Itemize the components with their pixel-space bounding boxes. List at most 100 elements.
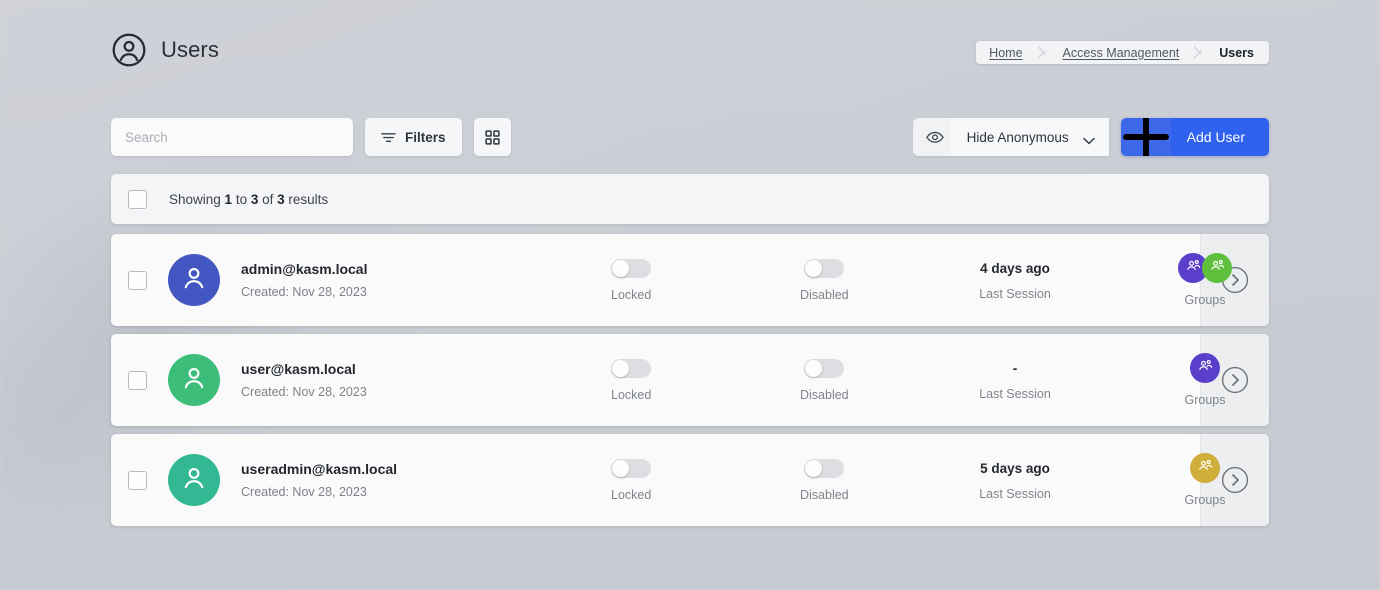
locked-toggle[interactable] [611, 259, 651, 278]
groups-label: Groups [1185, 493, 1226, 507]
locked-label: Locked [611, 488, 651, 502]
last-session-column: 5 days ago Last Session [941, 460, 1089, 501]
disabled-toggle[interactable] [804, 359, 844, 378]
disabled-label: Disabled [800, 288, 849, 302]
locked-column: Locked [611, 259, 651, 302]
locked-column: Locked [611, 459, 651, 502]
breadcrumb-separator-icon [1036, 41, 1050, 64]
groups-label: Groups [1185, 393, 1226, 407]
locked-label: Locked [611, 288, 651, 302]
user-name: user@kasm.local [241, 361, 367, 377]
plus-icon [1121, 118, 1171, 156]
user-created-date: Created: Nov 28, 2023 [241, 285, 367, 299]
user-name: admin@kasm.local [241, 261, 367, 277]
groups-column: Groups [1153, 453, 1257, 507]
table-row[interactable]: admin@kasm.local Created: Nov 28, 2023 Loc… [111, 234, 1269, 326]
users-page: Users Home Access Management Users Filte… [0, 0, 1380, 590]
results-suffix: results [285, 192, 329, 207]
hide-anonymous-value: Hide Anonymous [967, 130, 1069, 145]
group-people-icon [1197, 357, 1214, 379]
last-session-column: 4 days ago Last Session [941, 260, 1089, 301]
toggle-visibility-button[interactable] [919, 118, 951, 156]
results-mid2: of [258, 192, 277, 207]
results-total: 3 [277, 192, 285, 207]
row-content: admin@kasm.local Created: Nov 28, 2023 Loc… [111, 234, 1200, 326]
user-created-date: Created: Nov 28, 2023 [241, 485, 397, 499]
user-list: admin@kasm.local Created: Nov 28, 2023 Loc… [111, 234, 1269, 534]
disabled-column: Disabled [800, 259, 849, 302]
last-session-value: - [1013, 360, 1018, 377]
last-session-label: Last Session [979, 387, 1051, 401]
user-name: useradmin@kasm.local [241, 461, 397, 477]
results-bar: Showing 1 to 3 of 3 results [111, 174, 1269, 224]
eye-icon [926, 131, 944, 144]
breadcrumb-separator-icon [1192, 41, 1206, 64]
groups-column: Groups [1153, 353, 1257, 407]
avatar [168, 454, 220, 506]
breadcrumb-item-home[interactable]: Home [976, 41, 1035, 64]
filter-icon [381, 131, 396, 144]
locked-column: Locked [611, 359, 651, 402]
table-row[interactable]: useradmin@kasm.local Created: Nov 28, 202… [111, 434, 1269, 526]
search-input[interactable] [111, 118, 353, 156]
user-meta: admin@kasm.local Created: Nov 28, 2023 [241, 261, 367, 299]
chevron-down-icon [1083, 133, 1095, 141]
select-all-checkbox[interactable] [128, 190, 147, 209]
last-session-label: Last Session [979, 487, 1051, 501]
results-summary: Showing 1 to 3 of 3 results [169, 192, 328, 207]
locked-toggle[interactable] [611, 459, 651, 478]
breadcrumb: Home Access Management Users [976, 41, 1269, 64]
user-circle-icon [111, 32, 147, 68]
user-meta: useradmin@kasm.local Created: Nov 28, 202… [241, 461, 397, 499]
groups-column: Groups [1153, 253, 1257, 307]
filters-button[interactable]: Filters [365, 118, 462, 156]
group-people-icon [1197, 457, 1214, 479]
disabled-column: Disabled [800, 459, 849, 502]
breadcrumb-item-access-management[interactable]: Access Management [1050, 41, 1193, 64]
group-people-icon [1185, 257, 1202, 279]
filters-button-label: Filters [405, 130, 446, 145]
row-content: useradmin@kasm.local Created: Nov 28, 202… [111, 434, 1200, 526]
grid-view-icon [485, 130, 500, 145]
hide-anonymous-select[interactable]: Hide Anonymous [951, 118, 1109, 156]
grid-view-button[interactable] [474, 118, 511, 156]
group-avatar-stack [1190, 453, 1220, 483]
locked-toggle[interactable] [611, 359, 651, 378]
results-from: 1 [225, 192, 233, 207]
user-person-icon [179, 463, 209, 498]
toolbar-left-group: Filters [111, 118, 511, 156]
avatar [168, 354, 220, 406]
table-row[interactable]: user@kasm.localCreated: Nov 28, 2023 Lock… [111, 334, 1269, 426]
disabled-column: Disabled [800, 359, 849, 402]
group-people-icon [1209, 257, 1226, 279]
last-session-value: 4 days ago [980, 260, 1050, 277]
row-content: user@kasm.localCreated: Nov 28, 2023 Lock… [111, 334, 1200, 426]
group-avatar[interactable] [1190, 353, 1220, 383]
results-mid1: to [232, 192, 251, 207]
disabled-label: Disabled [800, 388, 849, 402]
results-prefix: Showing [169, 192, 225, 207]
locked-label: Locked [611, 388, 651, 402]
row-select-checkbox[interactable] [128, 371, 147, 390]
group-avatar[interactable] [1202, 253, 1232, 283]
anonymous-filter-group: Hide Anonymous [913, 118, 1109, 156]
group-avatar[interactable] [1190, 453, 1220, 483]
last-session-label: Last Session [979, 287, 1051, 301]
toolbar-right-group: Hide Anonymous Add User [913, 118, 1269, 156]
row-select-checkbox[interactable] [128, 271, 147, 290]
disabled-label: Disabled [800, 488, 849, 502]
group-avatar-stack [1178, 253, 1232, 283]
user-person-icon [179, 363, 209, 398]
add-user-button[interactable]: Add User [1121, 118, 1269, 156]
user-person-icon [179, 263, 209, 298]
page-title: Users [161, 37, 219, 63]
user-meta: user@kasm.localCreated: Nov 28, 2023 [241, 361, 367, 399]
group-avatar-stack [1190, 353, 1220, 383]
avatar [168, 254, 220, 306]
disabled-toggle[interactable] [804, 459, 844, 478]
row-select-checkbox[interactable] [128, 471, 147, 490]
last-session-value: 5 days ago [980, 460, 1050, 477]
last-session-column: - Last Session [941, 360, 1089, 401]
groups-label: Groups [1185, 293, 1226, 307]
disabled-toggle[interactable] [804, 259, 844, 278]
